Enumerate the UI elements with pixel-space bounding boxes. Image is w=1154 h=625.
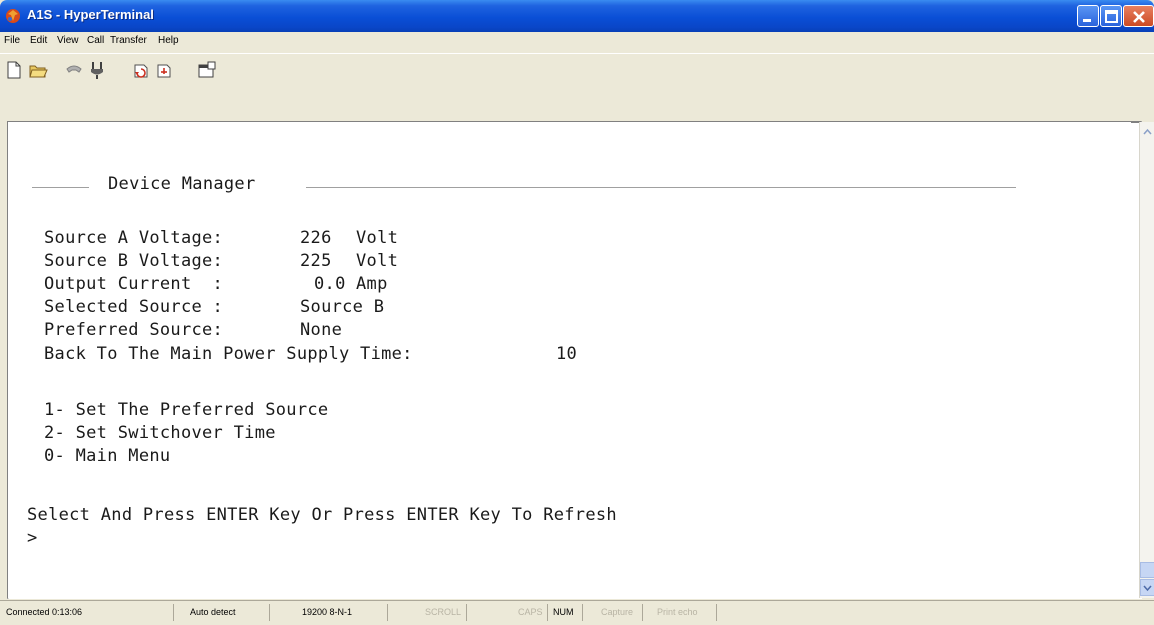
disconnect-icon[interactable]	[86, 59, 108, 81]
menu-option-2: 2- Set Switchover Time	[44, 423, 276, 443]
back-time-value: 10	[556, 344, 578, 364]
new-document-icon[interactable]	[3, 59, 25, 81]
menu-help[interactable]: Help	[158, 35, 179, 46]
source-a-unit: Volt	[356, 228, 399, 248]
status-print-echo: Print echo	[657, 604, 717, 621]
output-current-label: Output Current :	[44, 274, 224, 294]
header-rule-left	[32, 187, 89, 188]
vertical-scrollbar[interactable]	[1139, 122, 1154, 598]
menu-option-0: 0- Main Menu	[44, 446, 171, 466]
maximize-button[interactable]	[1100, 5, 1122, 27]
close-button[interactable]	[1123, 5, 1154, 27]
source-b-label: Source B Voltage:	[44, 251, 224, 271]
menu-file[interactable]: File	[4, 35, 20, 46]
prompt-cursor: >	[27, 528, 38, 548]
connect-phone-icon[interactable]	[63, 59, 85, 81]
header-rule-right	[306, 187, 1016, 188]
device-manager-header: Device Manager	[108, 174, 256, 194]
menu-bar: File Edit View Call Transfer Help	[0, 32, 1154, 52]
status-caps: CAPS	[518, 604, 548, 621]
menu-transfer[interactable]: Transfer	[110, 35, 147, 46]
properties-icon[interactable]	[196, 59, 218, 81]
status-bar: Connected 0:13:06 Auto detect 19200 8-N-…	[0, 600, 1154, 625]
menu-option-1: 1- Set The Preferred Source	[44, 400, 329, 420]
scroll-down-icon[interactable]	[1140, 579, 1154, 596]
output-current-unit: Amp	[356, 274, 388, 294]
scroll-up-icon[interactable]	[1140, 124, 1154, 141]
window-title: A1S - HyperTerminal	[27, 7, 154, 22]
back-time-label: Back To The Main Power Supply Time:	[44, 344, 413, 364]
menu-call[interactable]: Call	[87, 35, 104, 46]
source-b-value: 225	[300, 251, 332, 271]
title-bar[interactable]: A1S - HyperTerminal	[0, 0, 1154, 32]
send-icon[interactable]	[130, 59, 152, 81]
status-num: NUM	[553, 604, 583, 621]
terminal-screen[interactable]: Device Manager Source A Voltage: 226 Vol…	[8, 122, 1131, 598]
output-current-value: 0.0	[314, 274, 346, 294]
minimize-button[interactable]	[1077, 5, 1099, 27]
menu-view[interactable]: View	[57, 35, 79, 46]
status-capture: Capture	[601, 604, 643, 621]
status-connected: Connected 0:13:06	[6, 604, 174, 621]
status-detect: Auto detect	[190, 604, 270, 621]
menu-edit[interactable]: Edit	[30, 35, 47, 46]
source-a-label: Source A Voltage:	[44, 228, 224, 248]
toolbar	[0, 53, 1154, 86]
hyperterminal-app-icon[interactable]	[4, 7, 22, 25]
source-b-unit: Volt	[356, 251, 399, 271]
selected-source-value: Source B	[300, 297, 385, 317]
preferred-source-label: Preferred Source:	[44, 320, 224, 340]
status-baud: 19200 8-N-1	[302, 604, 388, 621]
open-folder-icon[interactable]	[27, 59, 49, 81]
source-a-value: 226	[300, 228, 332, 248]
preferred-source-value: None	[300, 320, 343, 340]
status-scroll: SCROLL	[425, 604, 467, 621]
selected-source-label: Selected Source :	[44, 297, 224, 317]
scroll-thumb[interactable]	[1140, 562, 1154, 578]
prompt-text: Select And Press ENTER Key Or Press ENTE…	[27, 505, 617, 525]
receive-icon[interactable]	[153, 59, 175, 81]
